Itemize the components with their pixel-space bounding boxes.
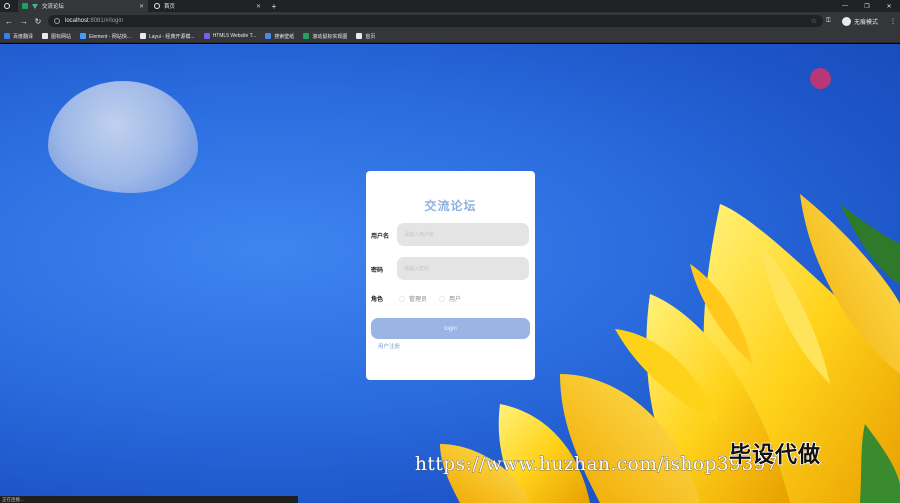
restore-icon[interactable]: ❐: [856, 0, 878, 12]
window-controls: — ❐ ✕: [834, 0, 900, 12]
green-square-icon: [303, 33, 310, 39]
address-bar[interactable]: localhost:8081/#/login ☆: [48, 15, 823, 27]
tab-menu[interactable]: [0, 0, 18, 12]
globe-icon: [356, 33, 363, 39]
forward-icon[interactable]: →: [17, 12, 31, 30]
vue-icon: [32, 3, 38, 9]
translate-icon: [4, 33, 10, 39]
element-icon: [80, 33, 87, 39]
role-label: 角色: [371, 297, 384, 303]
bookmark-label: Element - 网站快...: [89, 33, 131, 40]
status-bar: 正在连接...: [0, 496, 298, 503]
username-label: 用户名: [371, 234, 390, 240]
menu-icon[interactable]: ⋮: [890, 12, 896, 30]
role-option-label: 用户: [449, 297, 462, 303]
bookmark-item[interactable]: Element - 网站快...: [80, 33, 131, 40]
bookmark-item[interactable]: Layui - 经典开源模...: [140, 33, 195, 40]
bookmark-label: 首页: [365, 33, 376, 40]
tab-label: 首页: [164, 4, 176, 10]
password-label: 密码: [371, 268, 384, 274]
back-icon[interactable]: ←: [2, 12, 16, 30]
minimize-icon[interactable]: —: [834, 0, 856, 12]
bookmarks-bar: 百度翻译 图标网站 Element - 网站快... Layui - 经典开源模...…: [0, 30, 900, 43]
register-link[interactable]: 用户注册: [378, 342, 400, 350]
tab-label: 交流论坛: [42, 4, 65, 10]
close-window-icon[interactable]: ✕: [878, 0, 900, 12]
url-path: :8081/#/login: [88, 18, 124, 24]
incognito-indicator[interactable]: 无痕模式: [842, 12, 878, 30]
reload-icon[interactable]: ↻: [31, 12, 45, 30]
bookmark-item[interactable]: 搜索壁纸: [265, 33, 294, 40]
tab-active[interactable]: 交流论坛 ✕: [18, 0, 148, 12]
password-input[interactable]: [397, 257, 529, 280]
bookmark-label: 图标网站: [51, 33, 72, 40]
username-input[interactable]: [397, 223, 529, 246]
globe-icon: [4, 3, 10, 9]
watermark-title: 毕设代做: [728, 441, 822, 468]
bookmark-item[interactable]: 滚动鼠标实现图: [303, 33, 347, 40]
bookmark-label: 滚动鼠标实现图: [312, 33, 348, 40]
new-tab-button[interactable]: +: [267, 0, 281, 12]
close-icon[interactable]: ✕: [256, 3, 261, 10]
cursor-highlight: [810, 68, 831, 89]
login-title: 交流论坛: [424, 199, 477, 213]
url-host: localhost: [65, 18, 89, 24]
radio-icon: [399, 295, 406, 302]
browser-toolbar: ← → ↻ localhost:8081/#/login ☆ ⚿ 无痕模式 ⋮: [0, 12, 900, 30]
role-selector: 角色 管理员 用户: [371, 294, 473, 303]
key-icon[interactable]: ⚿: [826, 12, 831, 30]
tab-home[interactable]: 首页 ✕: [150, 0, 265, 12]
info-icon[interactable]: [54, 18, 60, 24]
bookmark-item[interactable]: 图标网站: [42, 33, 71, 40]
login-card: 交流论坛 用户名 密码 角色 管理员 用户 login 用户注册: [366, 171, 535, 380]
wallpaper-icon: [265, 33, 272, 39]
bookmark-label: 搜索壁纸: [274, 33, 295, 40]
bookmark-label: Layui - 经典开源模...: [149, 33, 195, 40]
role-radio-user[interactable]: 用户: [439, 294, 461, 303]
layui-icon: [140, 33, 146, 39]
role-radio-admin[interactable]: 管理员: [399, 294, 427, 303]
incognito-icon: [842, 16, 851, 26]
close-icon[interactable]: ✕: [139, 3, 144, 10]
globe-icon: [154, 3, 160, 9]
login-page: 交流论坛 用户名 密码 角色 管理员 用户 login 用户注册 https:/…: [0, 44, 900, 503]
login-button[interactable]: login: [371, 318, 530, 339]
incognito-label: 无痕模式: [854, 19, 879, 26]
bookmark-label: 百度翻译: [13, 33, 34, 40]
tab-strip: 交流论坛 ✕ 首页 ✕ + — ❐ ✕: [0, 0, 900, 12]
role-option-label: 管理员: [409, 297, 428, 303]
bookmark-item[interactable]: HTML5 Website T...: [203, 33, 257, 39]
bookmark-item[interactable]: 百度翻译: [4, 33, 33, 40]
bookmark-label: HTML5 Website T...: [212, 33, 257, 39]
flag-icon: [42, 33, 49, 39]
radio-icon: [439, 295, 446, 302]
watermark-url: https://www.huzhan.com/ishop39397: [415, 454, 779, 476]
star-icon[interactable]: ☆: [811, 17, 817, 25]
html5-icon: [203, 33, 210, 39]
bookmark-item[interactable]: 首页: [356, 33, 375, 40]
app-icon: [22, 3, 28, 9]
